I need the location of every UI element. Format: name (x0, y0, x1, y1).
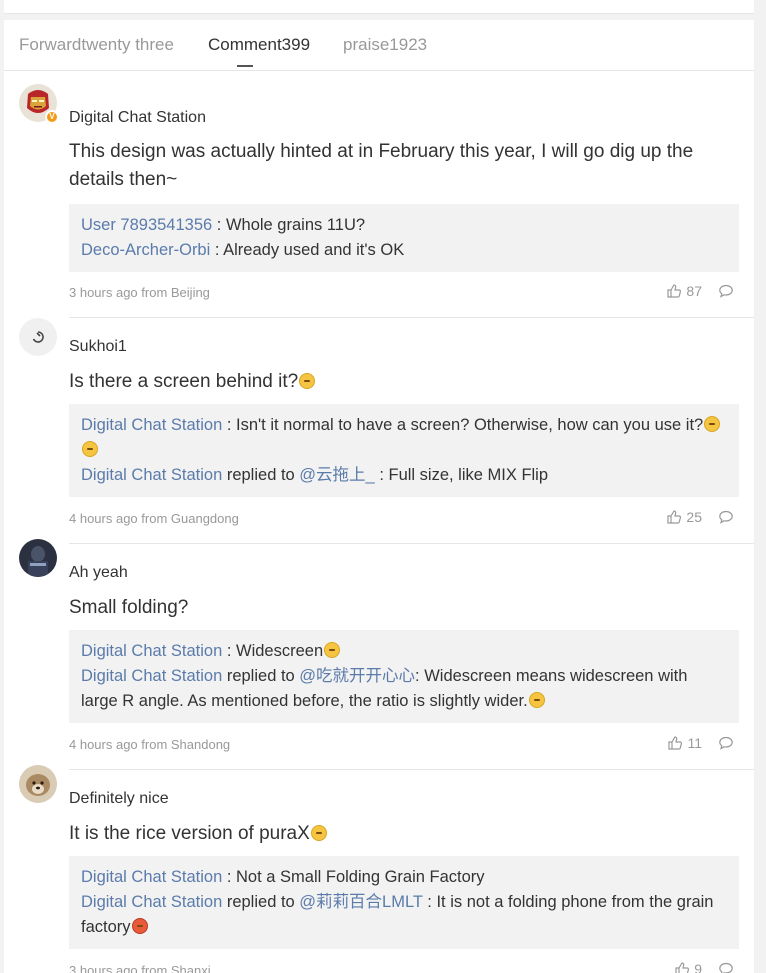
tab-comment[interactable]: Comment399 (208, 35, 310, 55)
comment-bubble-icon[interactable] (718, 735, 734, 751)
emoji-icon (310, 825, 327, 841)
emoji-icon (324, 642, 341, 658)
comment-author[interactable]: Ah yeah (69, 564, 128, 582)
comment-text: It is the rice version of puraX (69, 820, 739, 848)
like-button[interactable]: 9 (674, 961, 702, 973)
comment-actions: 25 (666, 509, 734, 525)
dog-photo-avatar-icon (19, 765, 57, 803)
previous-card-edge (4, 0, 754, 14)
comments-panel: Forwardtwenty three Comment399 praise192… (4, 20, 754, 973)
reply-text: Widescreen (236, 642, 324, 660)
mention-link[interactable]: @莉莉百合LMLT (299, 893, 422, 911)
mention-link[interactable]: @吃就开开心心 (299, 667, 415, 685)
comment-meta: 3 hours ago from Shanxi (69, 963, 211, 973)
thumbs-up-icon (667, 510, 682, 524)
comment-text: This design was actually hinted at in Fe… (69, 141, 694, 190)
reply-user-link[interactable]: Digital Chat Station (81, 868, 222, 886)
reply-line: User 7893541356 : Whole grains 11U? (81, 216, 366, 234)
thumbs-up-icon (668, 736, 683, 750)
reply-text: Not a Small Folding Grain Factory (236, 868, 485, 886)
reply-user-link[interactable]: Digital Chat Station (81, 642, 222, 660)
default-avatar-icon (19, 318, 57, 356)
comment-author[interactable]: Sukhoi1 (69, 338, 127, 356)
comment-text: Is there a screen behind it? (69, 368, 739, 396)
reply-user-link[interactable]: Digital Chat Station (81, 893, 222, 911)
reply-line: Digital Chat Station replied to @吃就开开心心:… (81, 667, 688, 710)
comment-bubble-icon[interactable] (718, 961, 734, 973)
reply-line: Digital Chat Station replied to @云拖上_ : … (81, 466, 549, 484)
comment-meta: 3 hours ago from Beijing (69, 285, 210, 300)
avatar[interactable] (19, 318, 57, 356)
like-button[interactable]: 87 (666, 283, 702, 299)
comment-divider (69, 317, 754, 318)
active-tab-indicator (237, 65, 253, 67)
emoji-icon (528, 692, 545, 708)
tab-praise[interactable]: praise1923 (343, 35, 427, 55)
comment-bubble-icon[interactable] (718, 283, 734, 299)
verified-badge: V (45, 110, 59, 124)
comment-meta: 4 hours ago from Guangdong (69, 511, 239, 526)
reply-text: Already used and it's OK (223, 241, 405, 259)
comment-actions: 87 (666, 283, 734, 299)
reply-user-link[interactable]: Digital Chat Station (81, 416, 222, 434)
reply-user-link[interactable]: Digital Chat Station (81, 667, 222, 685)
reply-box: Digital Chat Station : Widescreen Digita… (69, 630, 739, 723)
avatar[interactable]: V (19, 84, 59, 124)
comment-divider (69, 543, 754, 544)
dark-photo-avatar-icon (19, 539, 57, 577)
comment-divider (69, 769, 754, 770)
reply-line: Digital Chat Station : Not a Small Foldi… (81, 868, 485, 886)
reply-box: User 7893541356 : Whole grains 11U? Deco… (69, 204, 739, 272)
reply-text: Isn't it normal to have a screen? Otherw… (236, 416, 704, 434)
comment-author[interactable]: Digital Chat Station (69, 109, 206, 127)
reply-user-link[interactable]: User 7893541356 (81, 216, 212, 234)
tab-bar: Forwardtwenty three Comment399 praise192… (4, 20, 754, 71)
reply-line: Digital Chat Station : Isn't it normal t… (81, 413, 727, 463)
reply-text: Full size, like MIX Flip (388, 466, 549, 484)
comment-actions: 9 (674, 961, 734, 973)
reply-line: Digital Chat Station : Widescreen (81, 639, 727, 664)
comment-text: Small folding? (69, 597, 189, 618)
reply-line: Deco-Archer-Orbi : Already used and it's… (81, 241, 405, 259)
thumbs-up-icon (667, 284, 682, 298)
reply-user-link[interactable]: Digital Chat Station (81, 466, 222, 484)
emoji-icon (82, 441, 98, 457)
reply-text: Whole grains 11U? (225, 216, 366, 234)
reply-user-link[interactable]: Deco-Archer-Orbi (81, 241, 210, 259)
avatar[interactable] (19, 765, 57, 803)
comment-author[interactable]: Definitely nice (69, 790, 169, 808)
tab-forward[interactable]: Forwardtwenty three (19, 35, 174, 55)
like-count: 25 (686, 509, 702, 525)
like-count: 11 (687, 735, 702, 751)
reply-box: Digital Chat Station : Isn't it normal t… (69, 404, 739, 497)
comment-actions: 11 (667, 735, 734, 751)
thumbs-up-icon (675, 962, 690, 973)
comment-meta: 4 hours ago from Shandong (69, 737, 231, 752)
reply-box: Digital Chat Station : Not a Small Foldi… (69, 856, 739, 949)
like-button[interactable]: 25 (666, 509, 702, 525)
emoji-icon (704, 416, 721, 432)
like-count: 87 (686, 283, 702, 299)
emoji-icon (299, 373, 316, 389)
like-button[interactable]: 11 (667, 735, 702, 751)
avatar[interactable] (19, 539, 57, 577)
mention-link[interactable]: @云拖上_ (299, 466, 374, 484)
reply-line: Digital Chat Station replied to @莉莉百合LML… (81, 893, 714, 936)
comment-bubble-icon[interactable] (718, 509, 734, 525)
like-count: 9 (694, 961, 702, 973)
angry-emoji-icon (131, 918, 148, 934)
